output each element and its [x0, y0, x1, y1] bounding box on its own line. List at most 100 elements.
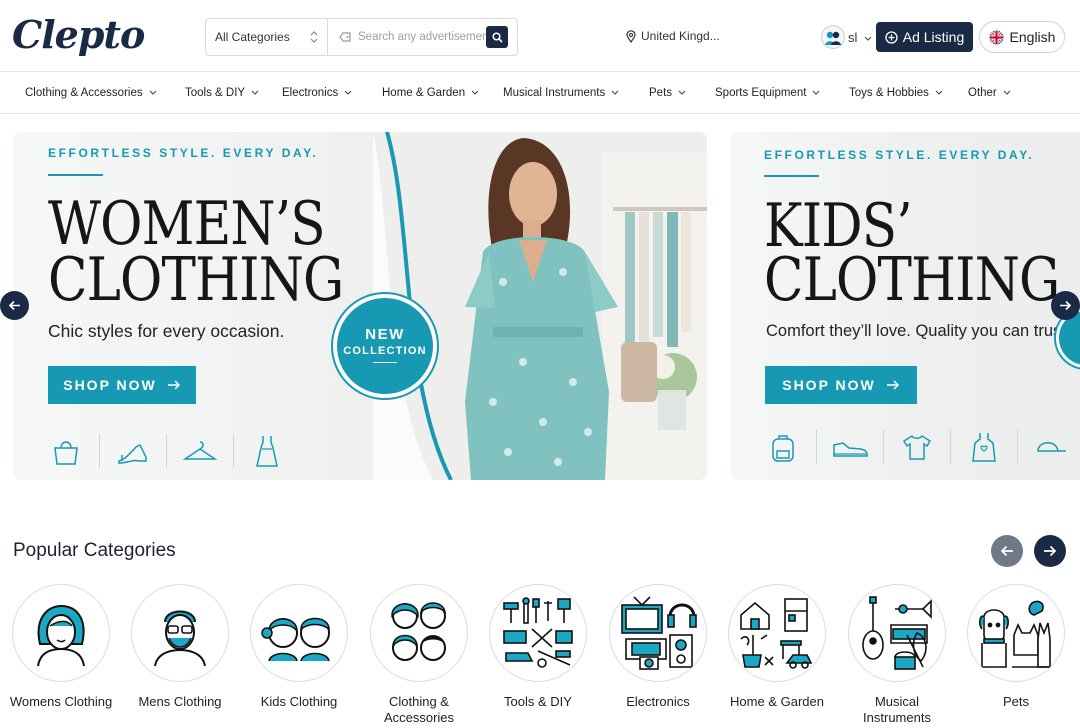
- popular-categories-title: Popular Categories: [13, 540, 176, 561]
- nav-label: Tools & DIY: [185, 87, 246, 99]
- chevron-down-icon: [611, 90, 619, 95]
- banner-eyebrow: EFFORTLESS STYLE. EVERY DAY.: [764, 148, 1035, 162]
- banner-eyebrow: EFFORTLESS STYLE. EVERY DAY.: [48, 146, 319, 160]
- category-card-kids-clothing[interactable]: Kids Clothing: [244, 584, 354, 710]
- banner-kids-clothing[interactable]: EFFORTLESS STYLE. EVERY DAY. KIDS’ CLOTH…: [730, 132, 1080, 480]
- location-selector[interactable]: United Kingd...: [626, 29, 720, 43]
- arrow-left-icon: [8, 300, 20, 311]
- category-card-clothing-accessories[interactable]: Clothing & Accessories: [364, 584, 474, 726]
- chevron-down-icon: [864, 36, 872, 41]
- arrow-right-icon: [1044, 545, 1057, 557]
- search-placeholder: Search any advertisement: [358, 31, 486, 43]
- user-avatar[interactable]: [821, 25, 845, 49]
- electronics-icon: [609, 584, 707, 682]
- icon-separator: [816, 430, 817, 464]
- chevron-down-icon: [344, 90, 352, 95]
- category-card-womens-clothing[interactable]: Womens Clothing: [6, 584, 116, 710]
- sneaker-icon: [825, 428, 875, 466]
- site-logo[interactable]: Clepto: [12, 12, 145, 57]
- icon-separator: [99, 434, 100, 468]
- category-card-musical-instruments[interactable]: Musical Instruments: [842, 584, 952, 726]
- home-garden-icon: [728, 584, 826, 682]
- category-card-electronics[interactable]: Electronics: [603, 584, 713, 710]
- arrow-right-icon: [1060, 300, 1072, 311]
- womens-clothing-icon: [12, 584, 110, 682]
- nav-item-pets[interactable]: Pets: [649, 87, 686, 99]
- chevron-down-icon: [678, 90, 686, 95]
- nav-label: Sports Equipment: [715, 87, 807, 99]
- arrow-left-icon: [1000, 545, 1013, 557]
- nav-label: Electronics: [282, 87, 339, 99]
- plus-circle-icon: [885, 30, 898, 44]
- icon-separator: [950, 430, 951, 464]
- badge-line2: COLLECTION: [343, 345, 427, 357]
- banner-next-button[interactable]: [1051, 291, 1080, 320]
- banner-subtitle: Chic styles for every occasion.: [48, 321, 285, 341]
- category-label: Kids Clothing: [260, 694, 338, 709]
- eyebrow-divider: [48, 174, 103, 176]
- new-collection-badge: NEW COLLECTION: [333, 294, 437, 398]
- banner-headline-line1: WOMEN’S: [48, 189, 326, 259]
- nav-label: Other: [968, 87, 997, 99]
- handbag-icon: [41, 432, 91, 470]
- search-bar: All Categories Search any advertisement: [205, 18, 518, 56]
- ad-listing-label: Ad Listing: [902, 29, 965, 45]
- nav-item-musical-instruments[interactable]: Musical Instruments: [503, 87, 619, 99]
- arrow-right-icon: [167, 380, 180, 390]
- category-card-home-garden[interactable]: Home & Garden: [722, 584, 832, 710]
- nav-label: Toys & Hobbies: [849, 87, 929, 99]
- womens-model-photo: [373, 132, 707, 480]
- categories-prev-button[interactable]: [991, 535, 1023, 567]
- search-input[interactable]: Search any advertisement: [328, 31, 486, 43]
- cap-icon: [1026, 428, 1076, 466]
- updown-chevron-icon: [310, 31, 318, 43]
- nav-item-tools-diy[interactable]: Tools & DIY: [185, 87, 259, 99]
- language-label: English: [1009, 29, 1056, 45]
- banner-icon-row: [758, 428, 1076, 466]
- ad-listing-button[interactable]: Ad Listing: [876, 22, 973, 52]
- tag-icon: [339, 32, 351, 42]
- chevron-down-icon: [251, 90, 259, 95]
- nav-item-home-garden[interactable]: Home & Garden: [382, 87, 479, 99]
- search-button[interactable]: [486, 26, 508, 48]
- banner-headline-line2: CLOTHING: [764, 245, 1060, 315]
- nav-item-other[interactable]: Other: [968, 87, 1011, 99]
- icon-separator: [166, 434, 167, 468]
- chevron-down-icon: [471, 90, 479, 95]
- eyebrow-divider: [764, 175, 819, 177]
- category-select[interactable]: All Categories: [206, 19, 328, 55]
- badge-divider: [373, 362, 397, 363]
- mens-clothing-icon: [131, 584, 229, 682]
- shop-now-button[interactable]: SHOP NOW: [48, 366, 196, 404]
- search-icon: [491, 31, 503, 43]
- arrow-right-icon: [886, 380, 899, 390]
- user-name: sl: [848, 30, 858, 45]
- category-select-value: All Categories: [215, 30, 290, 44]
- nav-item-sports-equipment[interactable]: Sports Equipment: [715, 87, 820, 99]
- uk-flag-icon: [989, 30, 1004, 44]
- dress-icon: [242, 432, 292, 470]
- category-card-mens-clothing[interactable]: Mens Clothing: [125, 584, 235, 710]
- nav-label: Pets: [649, 87, 673, 99]
- shop-now-button[interactable]: SHOP NOW: [765, 366, 917, 404]
- badge-line1: NEW: [365, 326, 405, 343]
- nav-item-clothing-accessories[interactable]: Clothing & Accessories: [25, 87, 157, 99]
- kids-dress-icon: [959, 428, 1009, 466]
- nav-item-toys-hobbies[interactable]: Toys & Hobbies: [849, 87, 943, 99]
- categories-next-button[interactable]: [1034, 535, 1066, 567]
- nav-item-electronics[interactable]: Electronics: [282, 87, 352, 99]
- heel-shoe-icon: [108, 432, 158, 470]
- location-label: United Kingd...: [641, 29, 720, 43]
- hanger-icon: [175, 432, 225, 470]
- category-label: Home & Garden: [730, 694, 824, 709]
- category-card-tools-diy[interactable]: Tools & DIY: [483, 584, 593, 710]
- chevron-down-icon: [935, 90, 943, 95]
- language-selector[interactable]: English: [979, 21, 1065, 53]
- banner-prev-button[interactable]: [0, 291, 29, 320]
- user-menu[interactable]: sl: [848, 30, 872, 45]
- category-card-pets[interactable]: Pets: [961, 584, 1071, 710]
- banner-womens-clothing[interactable]: EFFORTLESS STYLE. EVERY DAY. WOMEN’S CLO…: [13, 132, 707, 480]
- icon-separator: [233, 434, 234, 468]
- instruments-icon: [848, 584, 946, 682]
- kids-clothing-icon: [250, 584, 348, 682]
